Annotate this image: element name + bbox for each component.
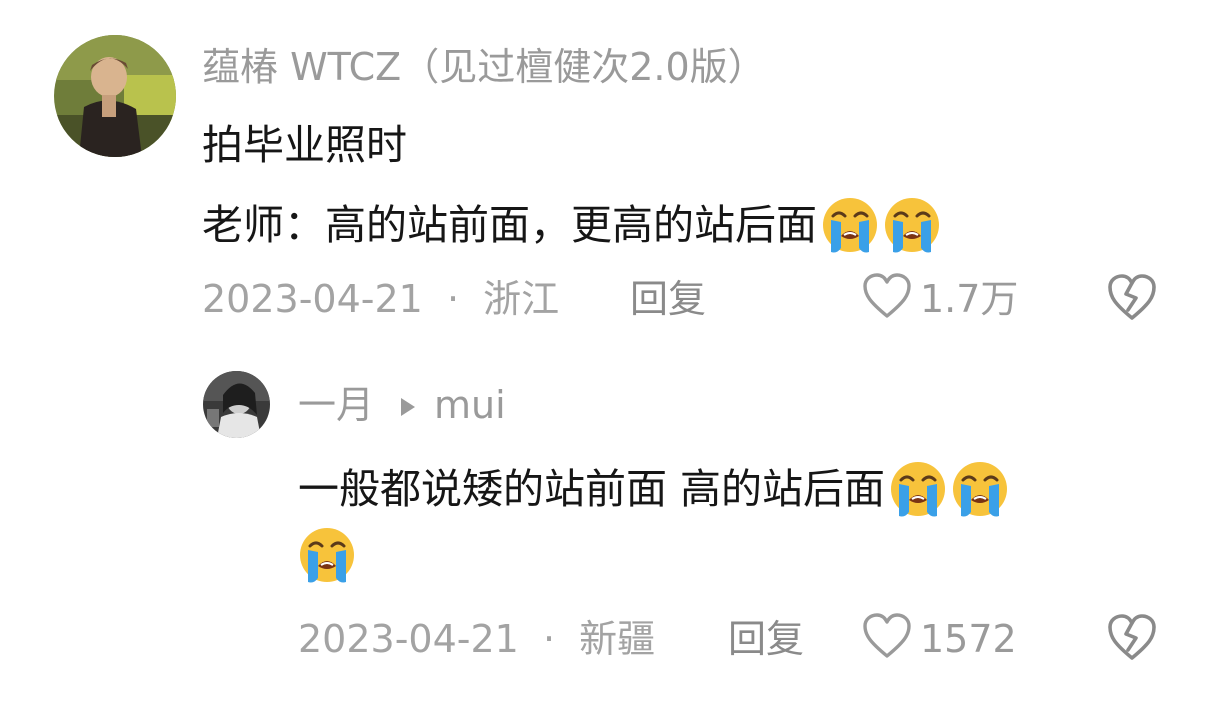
like-count: 1572 xyxy=(920,617,1017,661)
reply-location: 新疆 xyxy=(579,617,656,661)
like-button[interactable]: 1.7万 xyxy=(862,272,1018,326)
comment-username[interactable]: 蕴椿 WTCZ（见过檀健次2.0版） xyxy=(202,48,766,86)
avatar[interactable] xyxy=(203,371,270,438)
comment-text-line: 拍毕业照时 xyxy=(202,125,407,166)
reply-meta: 2023-04-21 · 新疆 xyxy=(298,620,655,658)
meta-separator: · xyxy=(446,277,460,321)
reply-text-line xyxy=(298,526,356,584)
reply-to-username[interactable]: mui xyxy=(434,386,506,424)
comment-meta: 2023-04-21 · 浙江 xyxy=(202,280,559,318)
comment-location: 浙江 xyxy=(483,277,560,321)
reply-text: 一般都说矮的站前面 高的站后面 xyxy=(298,464,886,513)
avatar[interactable] xyxy=(54,35,176,157)
reply-username[interactable]: 一月 xyxy=(298,386,374,424)
comment-text-line: 老师：高的站前面，更高的站后面 xyxy=(202,196,941,254)
heart-outline-icon xyxy=(862,272,912,326)
reply-date: 2023-04-21 xyxy=(298,617,519,661)
loudly-crying-face-icon xyxy=(889,460,947,518)
loudly-crying-face-icon xyxy=(883,196,941,254)
like-button[interactable]: 1572 xyxy=(862,612,1017,666)
broken-heart-icon[interactable] xyxy=(1106,612,1158,666)
broken-heart-icon[interactable] xyxy=(1106,272,1158,326)
reply-arrow-icon xyxy=(398,386,418,424)
comment-date: 2023-04-21 xyxy=(202,277,423,321)
loudly-crying-face-icon xyxy=(298,526,356,584)
reply-header: 一月 mui xyxy=(298,386,506,424)
reply-button[interactable]: 回复 xyxy=(728,620,804,658)
comment-text: 老师：高的站前面，更高的站后面 xyxy=(202,200,817,249)
reply-button[interactable]: 回复 xyxy=(630,280,706,318)
reply-text-line: 一般都说矮的站前面 高的站后面 xyxy=(298,460,1009,518)
comment-text: 拍毕业照时 xyxy=(202,121,407,169)
meta-separator: · xyxy=(542,617,556,661)
loudly-crying-face-icon xyxy=(821,196,879,254)
like-count: 1.7万 xyxy=(920,277,1019,321)
heart-outline-icon xyxy=(862,612,912,666)
loudly-crying-face-icon xyxy=(951,460,1009,518)
